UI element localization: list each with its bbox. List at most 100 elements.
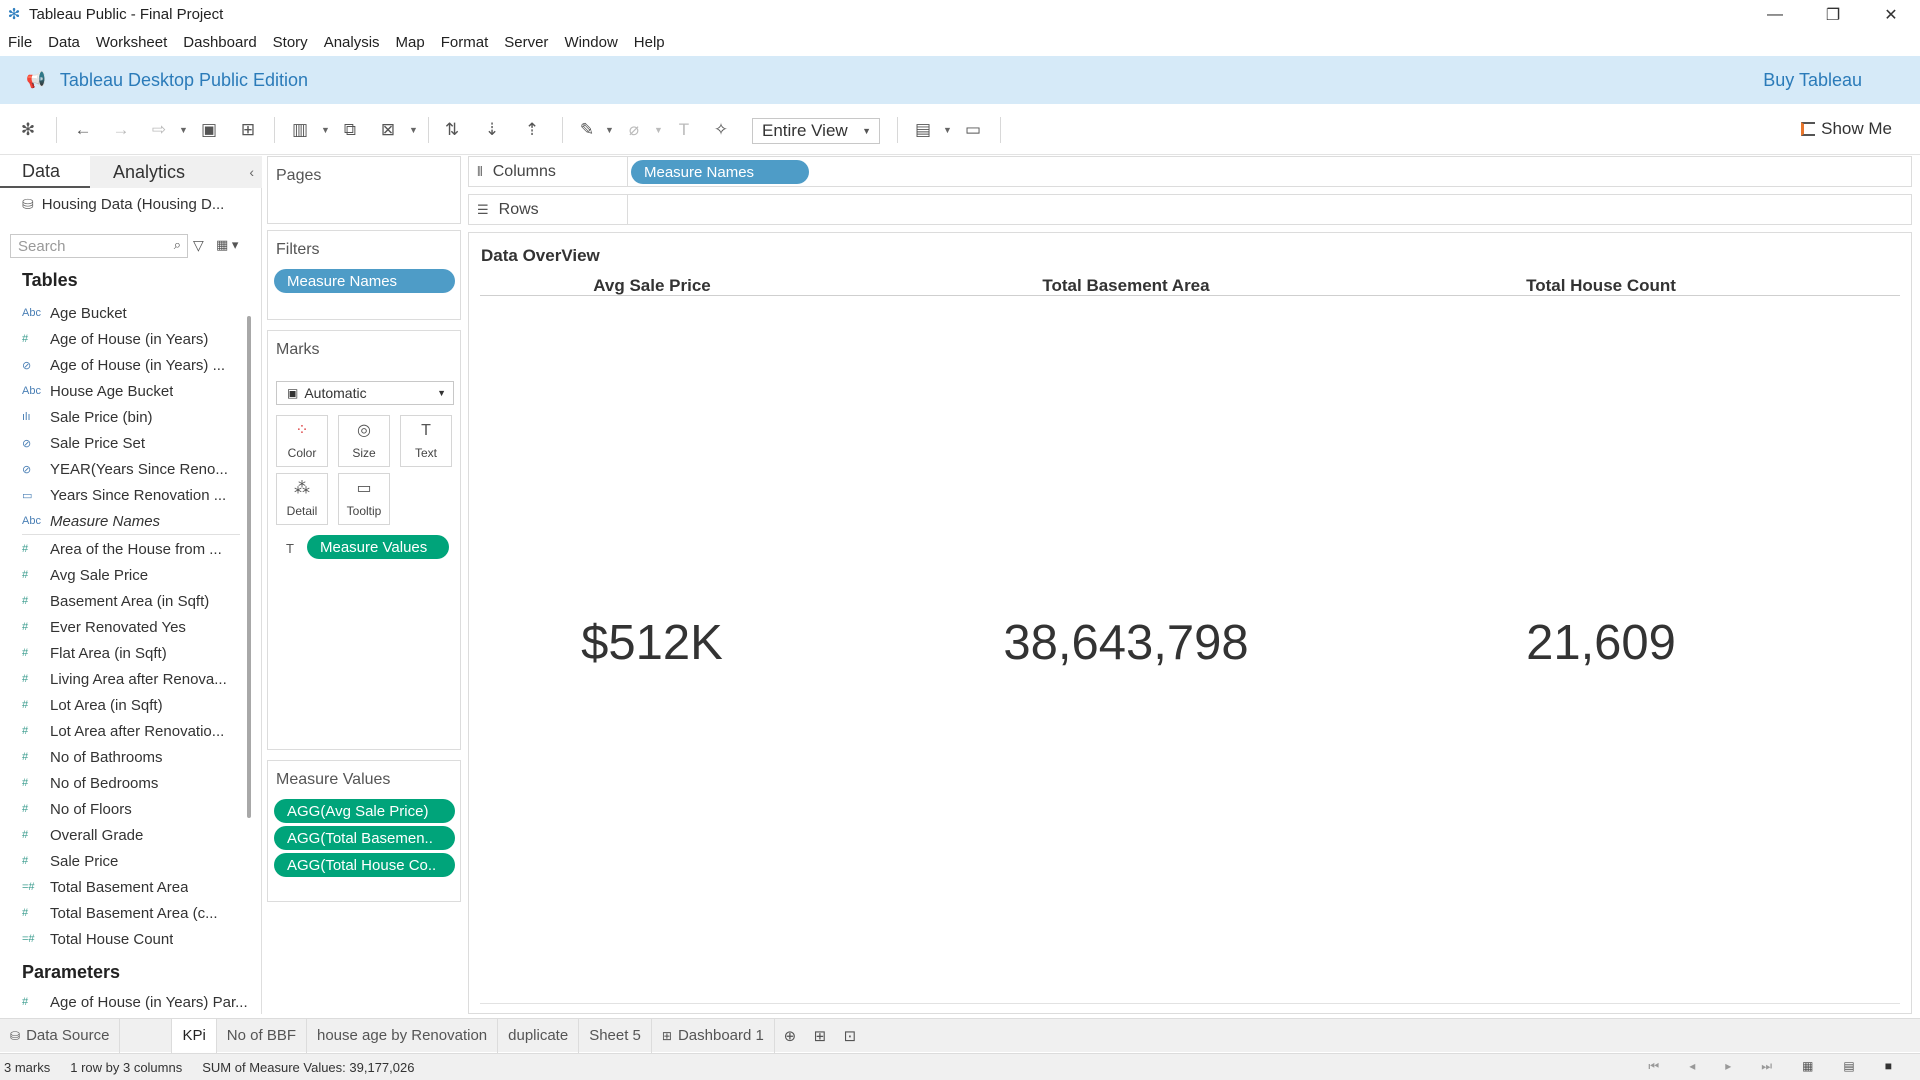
header-total-basement-area[interactable]: Total Basement Area [891,276,1361,296]
field-item[interactable]: ⊘ YEAR(Years Since Reno... [0,456,240,482]
field-item[interactable]: # No of Bathrooms [0,744,240,770]
filters-card[interactable]: Filters Measure Names [267,230,461,320]
field-item[interactable]: ⊘ Sale Price Set [0,430,240,456]
field-item[interactable]: # Lot Area after Renovatio... [0,718,240,744]
viz-canvas[interactable]: Data OverView Avg Sale Price Total Basem… [468,232,1912,1014]
menu-file[interactable]: File [0,34,40,51]
tab-dashboard-1[interactable]: ⊞ Dashboard 1 [652,1018,775,1053]
duplicate-sheet-icon[interactable]: ⧉ [339,119,361,141]
highlight-icon[interactable]: ✎ [576,119,598,141]
field-item[interactable]: # Ever Renovated Yes [0,614,240,640]
menu-story[interactable]: Story [265,34,316,51]
parameter-item[interactable]: # Age of House (in Years) Par... [0,989,250,1015]
filmstrip-icon[interactable]: ▤ [1843,1059,1854,1074]
field-item[interactable]: # Living Area after Renova... [0,666,240,692]
columns-pill-measure-names[interactable]: Measure Names [631,160,809,184]
field-item[interactable]: # Total Basement Area (c... [0,900,240,926]
field-item[interactable]: Abc Age Bucket [0,300,240,326]
new-worksheet-icon[interactable]: ⊕ [775,1019,805,1053]
new-dashboard-icon[interactable]: ⊞ [805,1019,835,1053]
header-total-house-count[interactable]: Total House Count [1366,276,1836,296]
rows-shelf[interactable]: ☰ Rows [468,194,1912,225]
color-button[interactable]: ⁘ Color [276,415,328,467]
menu-data[interactable]: Data [40,34,88,51]
mark-type-dropdown[interactable]: ▣ Automatic ▼ [276,381,454,405]
presentation-mode-icon[interactable]: ▭ [962,119,984,141]
next-sheet-icon[interactable]: ▸ [1725,1059,1731,1074]
clear-sheet-caret-icon[interactable]: ▼ [409,125,418,135]
search-input[interactable]: Search ⌕ [10,234,188,258]
close-button[interactable]: ✕ [1862,0,1920,29]
tab-sheet-5[interactable]: Sheet 5 [579,1018,652,1053]
sort-descending-icon[interactable]: ⇡ [521,119,543,141]
maximize-button[interactable]: ❐ [1804,0,1862,29]
new-worksheet-caret-icon[interactable]: ▼ [321,125,330,135]
field-item[interactable]: # Area of the House from ... [0,536,240,562]
view-options-icon[interactable]: ▦ ▾ [216,237,238,253]
header-avg-sale-price[interactable]: Avg Sale Price [417,276,887,296]
show-cards-caret-icon[interactable]: ▼ [943,125,952,135]
menu-help[interactable]: Help [626,34,673,51]
pages-card[interactable]: Pages [267,156,461,224]
replay-caret-icon[interactable]: ▼ [179,125,188,135]
new-data-source-icon[interactable]: ⊞ [237,119,259,141]
tooltip-button[interactable]: ▭ Tooltip [338,473,390,525]
menu-window[interactable]: Window [556,34,625,51]
field-item[interactable]: =# Total Basement Area [0,874,240,900]
field-item[interactable]: # Flat Area (in Sqft) [0,640,240,666]
detail-button[interactable]: ⁂ Detail [276,473,328,525]
save-icon[interactable]: ▣ [198,119,220,141]
tab-analytics[interactable]: Analytics [90,156,262,188]
kpi-total-house-count[interactable]: 21,609 [1366,615,1836,671]
group-members-icon[interactable]: ⌀ [623,119,645,141]
buy-tableau-link[interactable]: Buy Tableau [1763,70,1862,91]
first-sheet-icon[interactable]: ⏮ [1648,1059,1659,1074]
field-item[interactable]: # No of Bedrooms [0,770,240,796]
field-item[interactable]: # Lot Area (in Sqft) [0,692,240,718]
redo-icon[interactable]: → [110,119,132,141]
field-item[interactable]: Abc Measure Names [0,508,240,534]
group-caret-icon[interactable]: ▼ [654,125,663,135]
size-button[interactable]: ◎ Size [338,415,390,467]
text-button[interactable]: T Text [400,415,452,467]
field-item[interactable]: # Basement Area (in Sqft) [0,588,240,614]
highlight-caret-icon[interactable]: ▼ [605,125,614,135]
menu-dashboard[interactable]: Dashboard [175,34,264,51]
menu-worksheet[interactable]: Worksheet [88,34,175,51]
show-labels-icon[interactable]: T [673,119,695,141]
replay-icon[interactable]: ⇨ [148,119,170,141]
last-sheet-icon[interactable]: ⏭ [1761,1059,1772,1074]
sort-ascending-icon[interactable]: ⇣ [481,119,503,141]
field-item[interactable]: # Age of House (in Years) [0,326,240,352]
kpi-total-basement-area[interactable]: 38,643,798 [891,615,1361,671]
collapse-pane-icon[interactable]: ‹ [249,164,254,180]
filter-icon[interactable]: ▽ [193,237,204,254]
new-story-icon[interactable]: ⊡ [835,1019,865,1053]
new-worksheet-icon[interactable]: ▥ [289,119,311,141]
swap-rows-columns-icon[interactable]: ⇅ [441,119,463,141]
fix-axes-icon[interactable]: ✧ [710,119,732,141]
tab-sheet-house-age[interactable]: house age by Renovation [307,1018,499,1053]
tab-data[interactable]: Data [0,156,90,188]
clear-sheet-icon[interactable]: ⊠ [377,119,399,141]
prev-sheet-icon[interactable]: ◂ [1689,1059,1695,1074]
undo-icon[interactable]: ← [72,119,94,141]
field-item[interactable]: # Avg Sale Price [0,562,240,588]
show-me-button[interactable]: Show Me [1801,119,1892,139]
field-item[interactable]: ılı Sale Price (bin) [0,404,240,430]
tab-data-source[interactable]: ⛁ Data Source [0,1018,121,1053]
field-item[interactable]: # Overall Grade [0,822,240,848]
menu-map[interactable]: Map [388,34,433,51]
columns-shelf[interactable]: ⦀ Columns Measure Names [468,156,1912,187]
field-item[interactable]: ▭ Years Since Renovation ... [0,482,240,508]
fit-dropdown[interactable]: Entire View ▼ [752,118,880,144]
measure-pill-avg-sale-price[interactable]: AGG(Avg Sale Price) [274,799,455,823]
kpi-avg-sale-price[interactable]: $512K [417,615,887,671]
menu-analysis[interactable]: Analysis [316,34,388,51]
data-pane-scrollbar[interactable] [247,316,251,818]
tab-sheet-no-of-bbf[interactable]: No of BBF [217,1018,307,1053]
show-cards-icon[interactable]: ▤ [912,119,934,141]
menu-format[interactable]: Format [433,34,497,51]
measure-pill-total-basement[interactable]: AGG(Total Basemen.. [274,826,455,850]
marks-pill-measure-values[interactable]: Measure Values [307,535,449,559]
